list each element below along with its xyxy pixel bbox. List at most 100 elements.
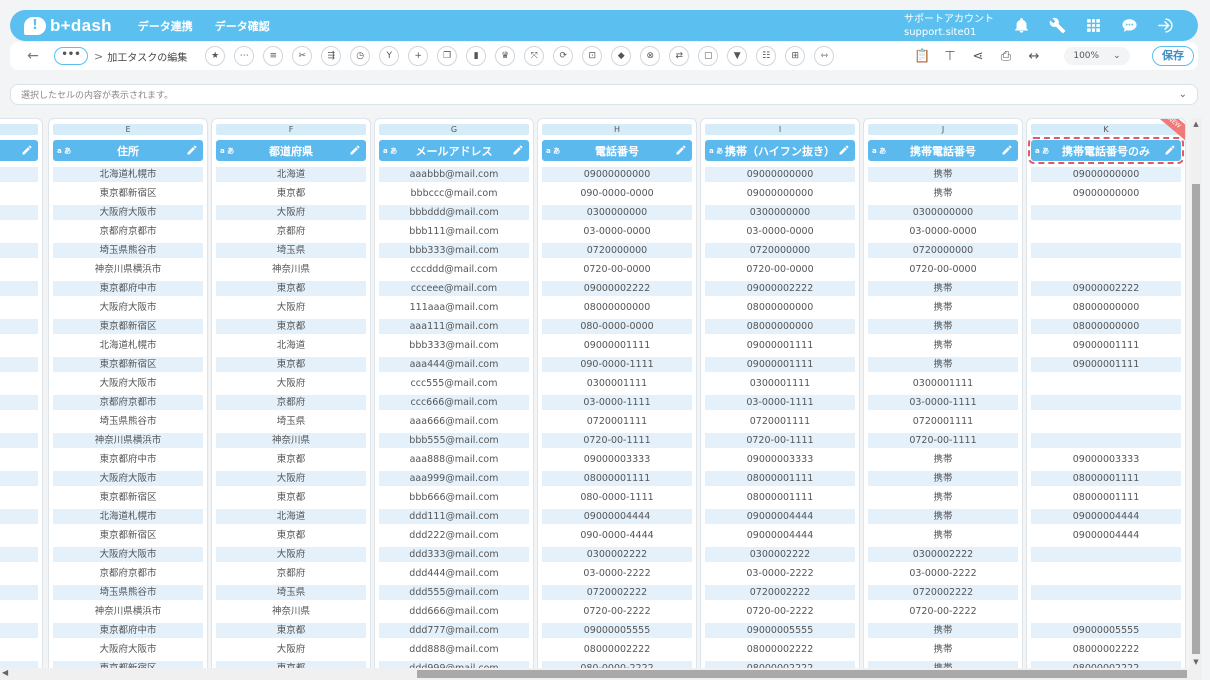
table-cell[interactable] — [0, 564, 38, 583]
table-cell[interactable]: 大阪府大阪市 — [53, 545, 203, 564]
table-cell[interactable]: 京都府京都市 — [53, 393, 203, 412]
table-cell[interactable] — [0, 374, 38, 393]
table-cell[interactable]: 携帯 — [868, 526, 1018, 545]
table-cell[interactable]: 携帯 — [868, 469, 1018, 488]
table-cell[interactable]: ddd222@mail.com — [379, 526, 529, 545]
export-icon[interactable]: ⎙ — [998, 49, 1014, 64]
chevron-down-icon[interactable]: ⌄ — [1179, 89, 1187, 100]
table-cell[interactable]: 09000003333 — [705, 450, 855, 469]
table-cell[interactable]: 09000001111 — [542, 336, 692, 355]
table-cell[interactable]: bbb111@mail.com — [379, 222, 529, 241]
list-icon[interactable]: ≡ — [263, 46, 284, 66]
table-cell[interactable]: 03-0000-2222 — [542, 564, 692, 583]
table-cell[interactable]: 03-0000-2222 — [705, 564, 855, 583]
plus-icon[interactable]: + — [408, 46, 429, 66]
expand-icon[interactable]: ⤧ — [524, 46, 545, 66]
table-cell[interactable]: aaa444@mail.com — [379, 355, 529, 374]
table-cell[interactable]: 080-0000-0000 — [542, 317, 692, 336]
table-cell[interactable]: 東京都府中市 — [53, 621, 203, 640]
table-cell[interactable]: 大阪府 — [216, 469, 366, 488]
table-cell[interactable]: 0300000000 — [868, 203, 1018, 222]
table-cell[interactable]: 080-0000-1111 — [542, 488, 692, 507]
table-cell[interactable]: 大阪府 — [216, 203, 366, 222]
bell-icon[interactable] — [1012, 17, 1030, 35]
table-cell[interactable] — [0, 355, 38, 374]
table-cell[interactable]: bbbccc@mail.com — [379, 184, 529, 203]
vertical-scrollbar[interactable]: ▲ ▼ — [1190, 118, 1202, 668]
table-cell[interactable]: 0300001111 — [868, 374, 1018, 393]
column-letter[interactable]: F — [216, 124, 366, 135]
column-letter[interactable]: E — [53, 124, 203, 135]
pencil-icon[interactable] — [349, 144, 361, 156]
table-cell[interactable]: 東京都新宿区 — [53, 184, 203, 203]
table-cell[interactable]: 09000002222 — [705, 279, 855, 298]
nav-data-integration[interactable]: データ連携 — [138, 18, 193, 34]
table-cell[interactable]: 09000000000 — [705, 165, 855, 184]
table-cell[interactable]: 東京都 — [216, 355, 366, 374]
table-cell[interactable]: 03-0000-0000 — [542, 222, 692, 241]
table-cell[interactable]: 09000000000 — [1031, 165, 1181, 184]
table-cell[interactable]: 08000002222 — [1031, 640, 1181, 659]
crown-icon[interactable]: ♛ — [495, 46, 516, 66]
clipboard-icon[interactable]: 📋 — [914, 49, 930, 64]
table-cell[interactable]: 大阪府 — [216, 545, 366, 564]
table-cell[interactable] — [0, 659, 38, 668]
table-cell[interactable]: 08000001111 — [1031, 488, 1181, 507]
table-cell[interactable] — [1031, 564, 1181, 583]
table-cell[interactable]: 0300001111 — [705, 374, 855, 393]
share-icon[interactable]: ⋖ — [970, 49, 986, 64]
table-cell[interactable] — [0, 222, 38, 241]
table-cell[interactable]: 大阪府大阪市 — [53, 298, 203, 317]
table-cell[interactable]: 京都府京都市 — [53, 564, 203, 583]
table-cell[interactable] — [0, 165, 38, 184]
pencil-icon[interactable] — [512, 144, 524, 156]
table-cell[interactable] — [0, 279, 38, 298]
column-header[interactable] — [0, 140, 38, 161]
pencil-icon[interactable] — [1001, 144, 1013, 156]
code-icon[interactable]: ↔ — [1026, 49, 1042, 64]
table-cell[interactable] — [0, 507, 38, 526]
table-cell[interactable]: cccddd@mail.com — [379, 260, 529, 279]
table-cell[interactable]: 携帯 — [868, 336, 1018, 355]
column-letter[interactable]: I — [705, 124, 855, 135]
table-cell[interactable]: ccc666@mail.com — [379, 393, 529, 412]
table-cell[interactable]: 0720-00-2222 — [868, 602, 1018, 621]
vertical-scroll-thumb[interactable] — [1192, 184, 1200, 654]
table-cell[interactable]: 03-0000-1111 — [868, 393, 1018, 412]
column-header[interactable]: a あ 携帯電話番号 — [868, 140, 1018, 161]
table-cell[interactable]: aaa999@mail.com — [379, 469, 529, 488]
column-header[interactable]: a あ 携帯電話番号のみ — [1028, 137, 1184, 164]
table-cell[interactable]: bbb333@mail.com — [379, 241, 529, 260]
table-cell[interactable]: 09000004444 — [705, 526, 855, 545]
table-cell[interactable]: 0720001111 — [542, 412, 692, 431]
pencil-icon[interactable] — [186, 144, 198, 156]
horizontal-scroll-thumb[interactable] — [417, 670, 1187, 678]
more-menu-button[interactable]: ••• — [54, 47, 88, 65]
table-cell[interactable]: aaabbb@mail.com — [379, 165, 529, 184]
table-cell[interactable]: 大阪府大阪市 — [53, 374, 203, 393]
table-cell[interactable]: 北海道 — [216, 507, 366, 526]
table-cell[interactable]: 埼玉県 — [216, 241, 366, 260]
table-cell[interactable]: 080-0000-2222 — [542, 659, 692, 668]
table-cell[interactable]: 08000001111 — [705, 469, 855, 488]
chat-support-icon[interactable] — [1120, 17, 1138, 35]
column-header[interactable]: a あ 電話番号 — [542, 140, 692, 161]
table-cell[interactable]: 神奈川県 — [216, 602, 366, 621]
table-cell[interactable]: 携帯 — [868, 507, 1018, 526]
table-cell[interactable] — [1031, 241, 1181, 260]
table-cell[interactable]: 08000001111 — [542, 469, 692, 488]
table-cell[interactable] — [0, 602, 38, 621]
table-cell[interactable]: 東京都 — [216, 621, 366, 640]
table-cell[interactable]: 09000001111 — [705, 355, 855, 374]
table-cell[interactable]: 大阪府大阪市 — [53, 203, 203, 222]
table-cell[interactable]: 09000002222 — [1031, 279, 1181, 298]
column-letter[interactable]: J — [868, 124, 1018, 135]
table-cell[interactable]: 大阪府 — [216, 298, 366, 317]
refresh-icon[interactable]: ⟳ — [553, 46, 574, 66]
cell-content-bar[interactable]: 選択したセルの内容が表示されます。 ⌄ — [10, 84, 1198, 105]
table-cell[interactable] — [0, 184, 38, 203]
pencil-icon[interactable] — [675, 144, 687, 156]
table-cell[interactable]: ddd666@mail.com — [379, 602, 529, 621]
table-cell[interactable]: 0300002222 — [705, 545, 855, 564]
table-cell[interactable]: 携帯 — [868, 640, 1018, 659]
